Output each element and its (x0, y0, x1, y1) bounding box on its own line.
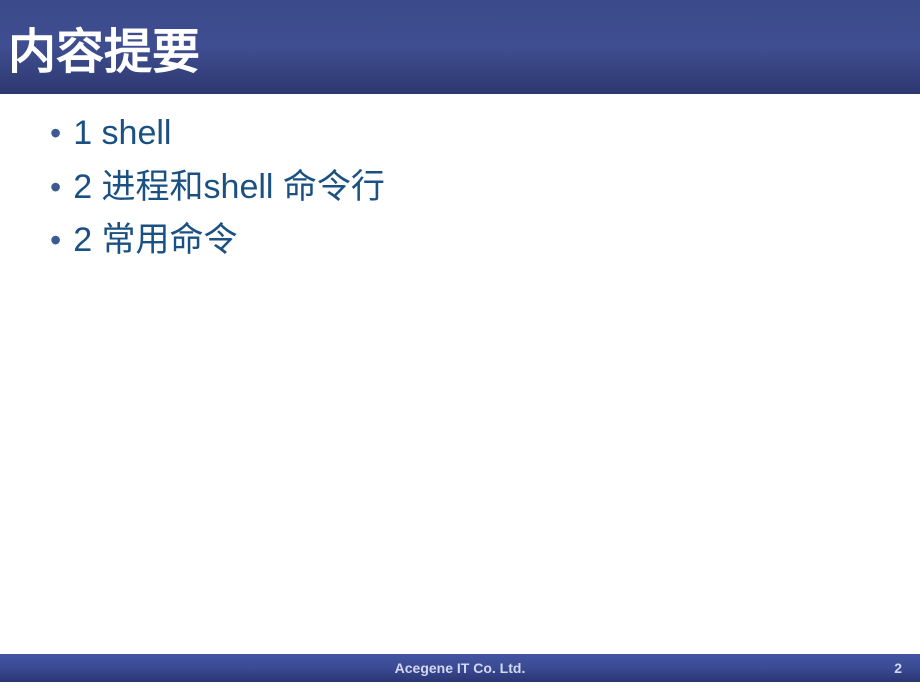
list-item: • 1 shell (50, 110, 920, 158)
title-bar: 内容提要 (0, 0, 920, 94)
list-item: • 2 进程和shell 命令行 (50, 164, 920, 212)
footer-company: Acegene IT Co. Ltd. (395, 660, 526, 676)
bullet-icon: • (50, 113, 61, 155)
bullet-list: • 1 shell • 2 进程和shell 命令行 • 2 常用命令 (50, 110, 920, 265)
bullet-icon: • (50, 220, 61, 262)
list-item: • 2 常用命令 (50, 217, 920, 265)
bullet-text: 2 进程和shell 命令行 (73, 164, 385, 212)
slide-title: 内容提要 (8, 12, 200, 82)
footer-bar: Acegene IT Co. Ltd. 2 (0, 654, 920, 682)
bullet-text: 1 shell (73, 110, 171, 158)
page-number: 2 (894, 660, 902, 676)
content-area: • 1 shell • 2 进程和shell 命令行 • 2 常用命令 (0, 94, 920, 265)
bullet-text: 2 常用命令 (73, 217, 237, 265)
bullet-icon: • (50, 167, 61, 209)
